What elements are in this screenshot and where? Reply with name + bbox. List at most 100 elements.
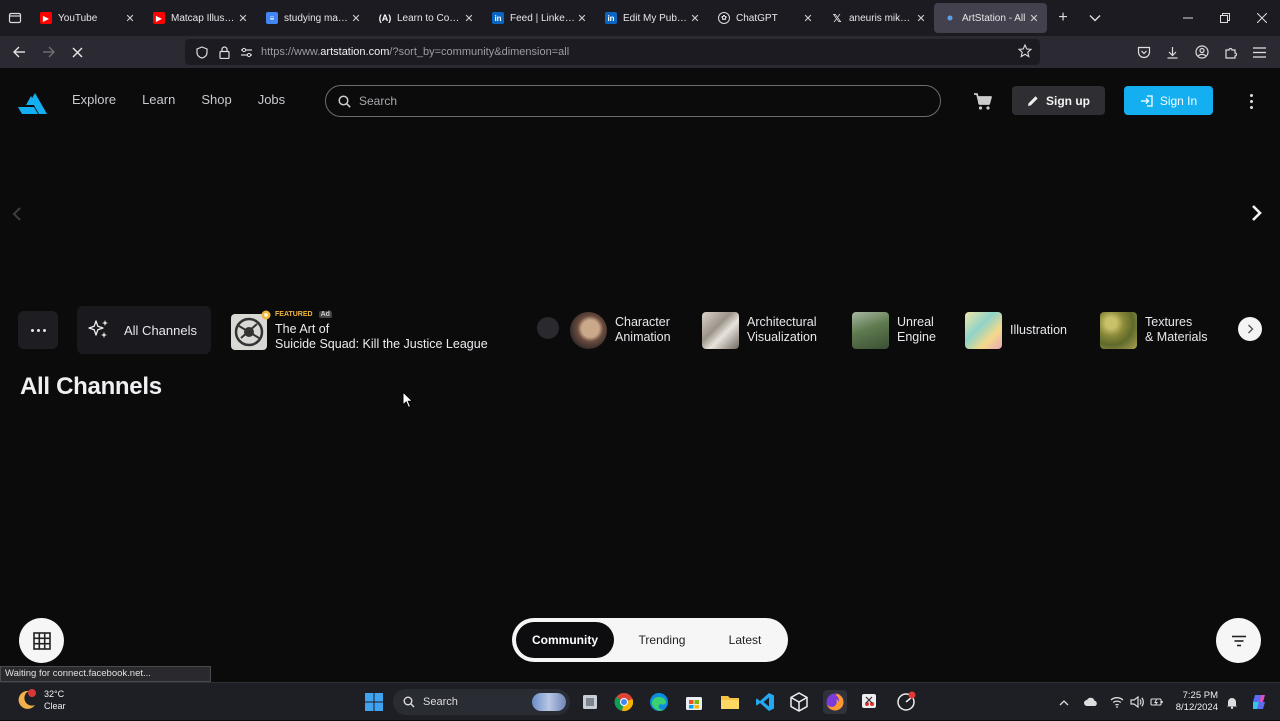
- system-clock[interactable]: 7:25 PM 8/12/2024: [1176, 690, 1218, 714]
- close-tab-icon[interactable]: ✕: [462, 11, 476, 25]
- carousel-prev-button[interactable]: [12, 206, 28, 226]
- back-button[interactable]: [5, 36, 34, 68]
- permissions-icon[interactable]: [235, 39, 257, 65]
- weather-moon-icon: [18, 689, 36, 709]
- close-tab-icon[interactable]: ✕: [236, 11, 250, 25]
- taskbar-vscode[interactable]: [753, 690, 777, 714]
- chatgpt-icon: ✿: [718, 12, 730, 24]
- downloads-button[interactable]: [1158, 36, 1187, 68]
- copilot-icon[interactable]: [1250, 692, 1270, 712]
- weather-widget[interactable]: 32°C Clear: [14, 688, 66, 712]
- close-tab-icon[interactable]: ✕: [1027, 11, 1041, 25]
- site-search[interactable]: [325, 85, 941, 117]
- tab-linkedin-feed[interactable]: in Feed | LinkedIn ✕: [482, 3, 595, 33]
- taskbar-search[interactable]: Search: [393, 689, 570, 715]
- minimize-button[interactable]: [1169, 0, 1206, 36]
- chevron-up-icon[interactable]: [1059, 699, 1069, 706]
- taskbar-file-explorer[interactable]: [718, 690, 742, 714]
- tab-youtube[interactable]: ▶ YouTube ✕: [30, 3, 143, 33]
- account-button[interactable]: [1187, 36, 1216, 68]
- layout-grid-button[interactable]: [19, 618, 64, 663]
- close-tab-icon[interactable]: ✕: [575, 11, 589, 25]
- app-menu-button[interactable]: [1245, 36, 1274, 68]
- nav-jobs[interactable]: Jobs: [258, 92, 285, 107]
- arrow-right-icon: [43, 46, 55, 58]
- sort-latest[interactable]: Latest: [710, 622, 780, 658]
- search-input[interactable]: [359, 94, 919, 108]
- forward-button[interactable]: [34, 36, 63, 68]
- sign-in-label: Sign In: [1159, 93, 1198, 108]
- tab-overflow-button[interactable]: [1079, 0, 1111, 36]
- featured-channel[interactable]: FEATURED Ad The Art of Suicide Squad: Ki…: [231, 310, 488, 354]
- site-header: Explore Learn Shop Jobs Sign up Sign In: [0, 68, 1280, 132]
- taskbar-store[interactable]: [682, 690, 706, 714]
- battery-icon[interactable]: [1150, 696, 1164, 708]
- channel-menu-button[interactable]: [18, 311, 58, 349]
- page-viewport: Explore Learn Shop Jobs Sign up Sign In: [0, 68, 1280, 682]
- taskbar-recorder[interactable]: [894, 690, 918, 714]
- tab-x-profile[interactable]: 𝕏 aneuris mike (@ ✕: [821, 3, 934, 33]
- tab-matcap[interactable]: ▶ Matcap Illustrat ✕: [143, 3, 256, 33]
- tab-title: YouTube: [58, 12, 98, 24]
- taskbar-firefox[interactable]: [823, 690, 847, 714]
- tab-linkedin-profile[interactable]: in Edit My Public P ✕: [595, 3, 708, 33]
- firefox-icon: [826, 693, 844, 711]
- shield-icon[interactable]: [191, 39, 213, 65]
- tab-learn-to-code[interactable]: (A) Learn to Code - ✕: [369, 3, 482, 33]
- sign-up-button[interactable]: Sign up: [1012, 86, 1105, 115]
- stop-loading-button[interactable]: [63, 36, 92, 68]
- unity-cube-icon: [790, 692, 808, 712]
- tab-chatgpt[interactable]: ✿ ChatGPT ✕: [708, 3, 821, 33]
- featured-title-line-2: Suicide Squad: Kill the Justice League: [275, 337, 488, 351]
- lock-icon[interactable]: [213, 39, 235, 65]
- notification-bell-icon[interactable]: [1226, 696, 1238, 709]
- task-view-button[interactable]: [578, 690, 602, 714]
- nav-explore[interactable]: Explore: [72, 92, 116, 107]
- taskbar-snipping-tool[interactable]: [858, 690, 882, 714]
- close-tab-icon[interactable]: ✕: [349, 11, 363, 25]
- taskbar-unity[interactable]: [787, 690, 811, 714]
- sign-in-button[interactable]: Sign In: [1124, 86, 1213, 115]
- channel-all[interactable]: All Channels: [77, 306, 211, 354]
- channel-illustration[interactable]: Illustration: [965, 311, 1067, 349]
- close-tab-icon[interactable]: ✕: [801, 11, 815, 25]
- restore-button[interactable]: [1206, 0, 1243, 36]
- nav-learn[interactable]: Learn: [142, 92, 175, 107]
- pocket-button[interactable]: [1129, 36, 1158, 68]
- filter-button[interactable]: [1216, 618, 1261, 663]
- artstation-logo-icon[interactable]: [18, 88, 48, 114]
- close-window-button[interactable]: [1243, 0, 1280, 36]
- new-tab-button[interactable]: +: [1047, 0, 1079, 36]
- channel-scroll-right-button[interactable]: [1238, 317, 1262, 341]
- tab-list-button[interactable]: [0, 0, 30, 36]
- nav-shop[interactable]: Shop: [201, 92, 231, 107]
- volume-icon[interactable]: [1130, 696, 1144, 708]
- tab-artstation[interactable]: ArtStation - All ✕: [934, 3, 1047, 33]
- more-options-button[interactable]: [1243, 90, 1259, 112]
- channel-scroll-left-button[interactable]: [537, 317, 559, 339]
- channel-thumbnail: [965, 311, 1002, 349]
- bookmark-star-icon[interactable]: [1017, 43, 1033, 63]
- carousel-next-button[interactable]: [1250, 204, 1270, 226]
- tab-studying-map[interactable]: ≡ studying map - ✕: [256, 3, 369, 33]
- taskbar-chrome[interactable]: [612, 690, 636, 714]
- plus-icon: +: [1058, 9, 1068, 26]
- start-button[interactable]: [362, 690, 386, 714]
- sort-community[interactable]: Community: [516, 622, 614, 658]
- channel-textures-materials[interactable]: Textures & Materials: [1100, 311, 1208, 349]
- cart-icon[interactable]: [972, 90, 994, 112]
- close-tab-icon[interactable]: ✕: [914, 11, 928, 25]
- close-tab-icon[interactable]: ✕: [688, 11, 702, 25]
- channel-architectural-visualization[interactable]: Architectural Visualization: [702, 311, 817, 349]
- close-tab-icon[interactable]: ✕: [123, 11, 137, 25]
- download-icon: [1167, 46, 1178, 59]
- wifi-icon[interactable]: [1110, 696, 1124, 708]
- onedrive-cloud-icon[interactable]: [1083, 697, 1099, 707]
- extensions-button[interactable]: [1216, 36, 1245, 68]
- address-bar[interactable]: https://www.artstation.com/?sort_by=comm…: [185, 39, 1040, 65]
- channel-unreal-engine[interactable]: Unreal Engine: [852, 311, 936, 349]
- sort-trending[interactable]: Trending: [614, 622, 710, 658]
- channel-character-animation[interactable]: Character Animation: [570, 311, 671, 349]
- taskbar-edge[interactable]: [647, 690, 671, 714]
- main-nav: Explore Learn Shop Jobs: [72, 92, 285, 107]
